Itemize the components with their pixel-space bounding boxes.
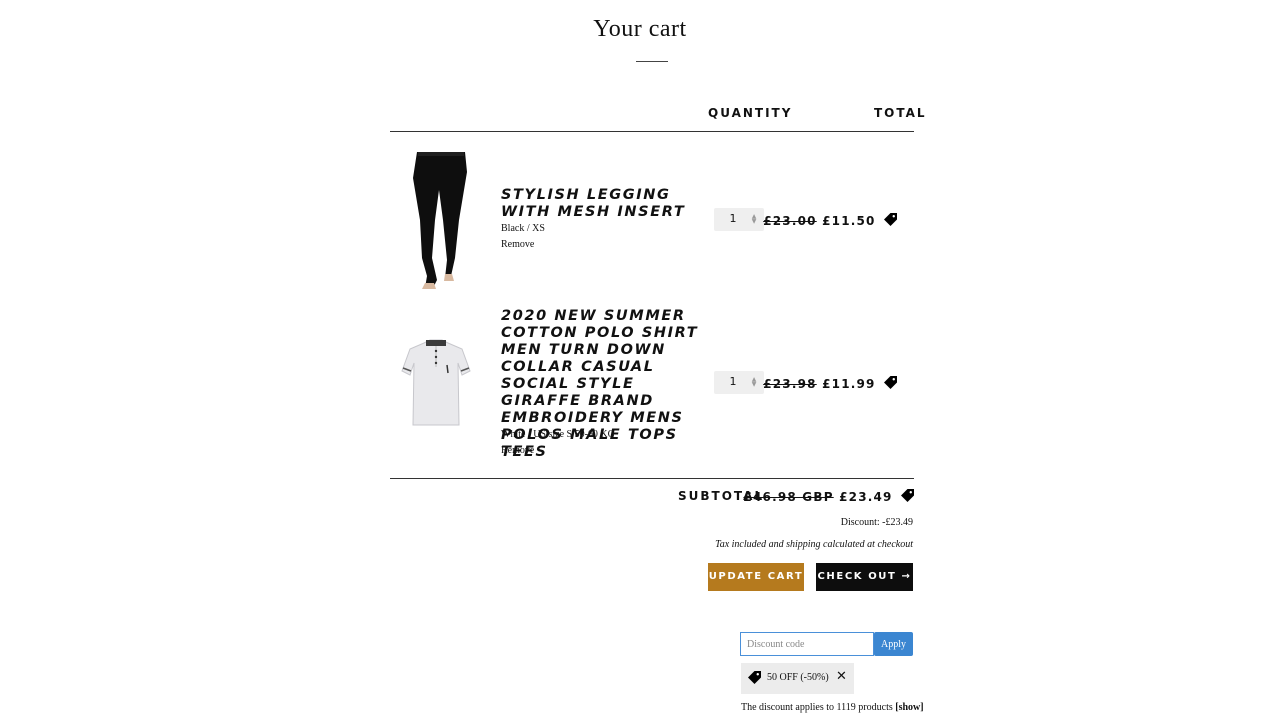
discount-amount: Discount: -£23.49	[840, 517, 913, 528]
items-divider	[390, 478, 914, 479]
page-title: Your cart	[593, 16, 687, 42]
total-header: TOTAL	[874, 106, 927, 120]
remove-link-polo[interactable]: Remove	[501, 445, 534, 456]
apply-discount-button[interactable]: Apply	[874, 632, 913, 656]
quantity-value-legging[interactable]: 1	[714, 212, 752, 225]
title-divider	[636, 61, 668, 62]
close-icon[interactable]: ✕	[836, 669, 847, 684]
discount-applies-note: The discount applies to 1119 products [s…	[741, 702, 924, 713]
original-price-legging: £23.00	[763, 214, 817, 228]
line-price-legging: £23.00 £11.50	[763, 213, 897, 228]
original-price-polo: £23.98	[763, 377, 817, 391]
quantity-value-polo[interactable]: 1	[714, 375, 752, 388]
product-variant-legging: Black / XS	[501, 223, 545, 234]
stepper-arrows-icon[interactable]: ▲ ▼	[751, 214, 757, 225]
original-subtotal: £46.98 GBP	[743, 490, 834, 504]
applied-discount-chip: 50 OFF (-50%) ✕	[741, 663, 854, 694]
applied-discount-label: 50 OFF (-50%)	[767, 672, 829, 683]
tax-note: Tax included and shipping calculated at …	[715, 539, 913, 550]
discounted-price-polo: £11.99	[822, 377, 876, 391]
update-cart-button[interactable]: UPDATE CART	[708, 563, 804, 591]
legging-product-image[interactable]	[405, 150, 475, 290]
polo-shirt-product-image[interactable]	[400, 337, 472, 429]
discount-code-input[interactable]	[740, 632, 874, 656]
quantity-header: QUANTITY	[708, 106, 793, 120]
quantity-stepper-legging[interactable]: 1 ▲ ▼	[714, 208, 764, 231]
price-tag-icon	[901, 489, 914, 502]
checkout-button[interactable]: CHECK OUT →	[816, 563, 913, 591]
quantity-stepper-polo[interactable]: 1 ▲ ▼	[714, 371, 764, 394]
discount-applies-text: The discount applies to 1119 products	[741, 702, 893, 713]
product-title-legging[interactable]: Stylish Legging with Mesh Insert	[501, 187, 701, 221]
discounted-price-legging: £11.50	[822, 214, 876, 228]
line-price-polo: £23.98 £11.99	[763, 376, 897, 391]
price-tag-icon	[748, 671, 761, 684]
discounted-subtotal: £23.49	[839, 490, 893, 504]
stepper-arrows-icon[interactable]: ▲ ▼	[751, 377, 757, 388]
remove-link-legging[interactable]: Remove	[501, 239, 534, 250]
price-tag-icon	[884, 376, 897, 389]
header-divider	[390, 131, 914, 132]
product-variant-polo: White / US size S 50-60 KG	[501, 429, 615, 440]
subtotal-value: £46.98 GBP £23.49	[743, 489, 914, 504]
price-tag-icon	[884, 213, 897, 226]
show-products-link[interactable]: [show]	[895, 702, 923, 713]
